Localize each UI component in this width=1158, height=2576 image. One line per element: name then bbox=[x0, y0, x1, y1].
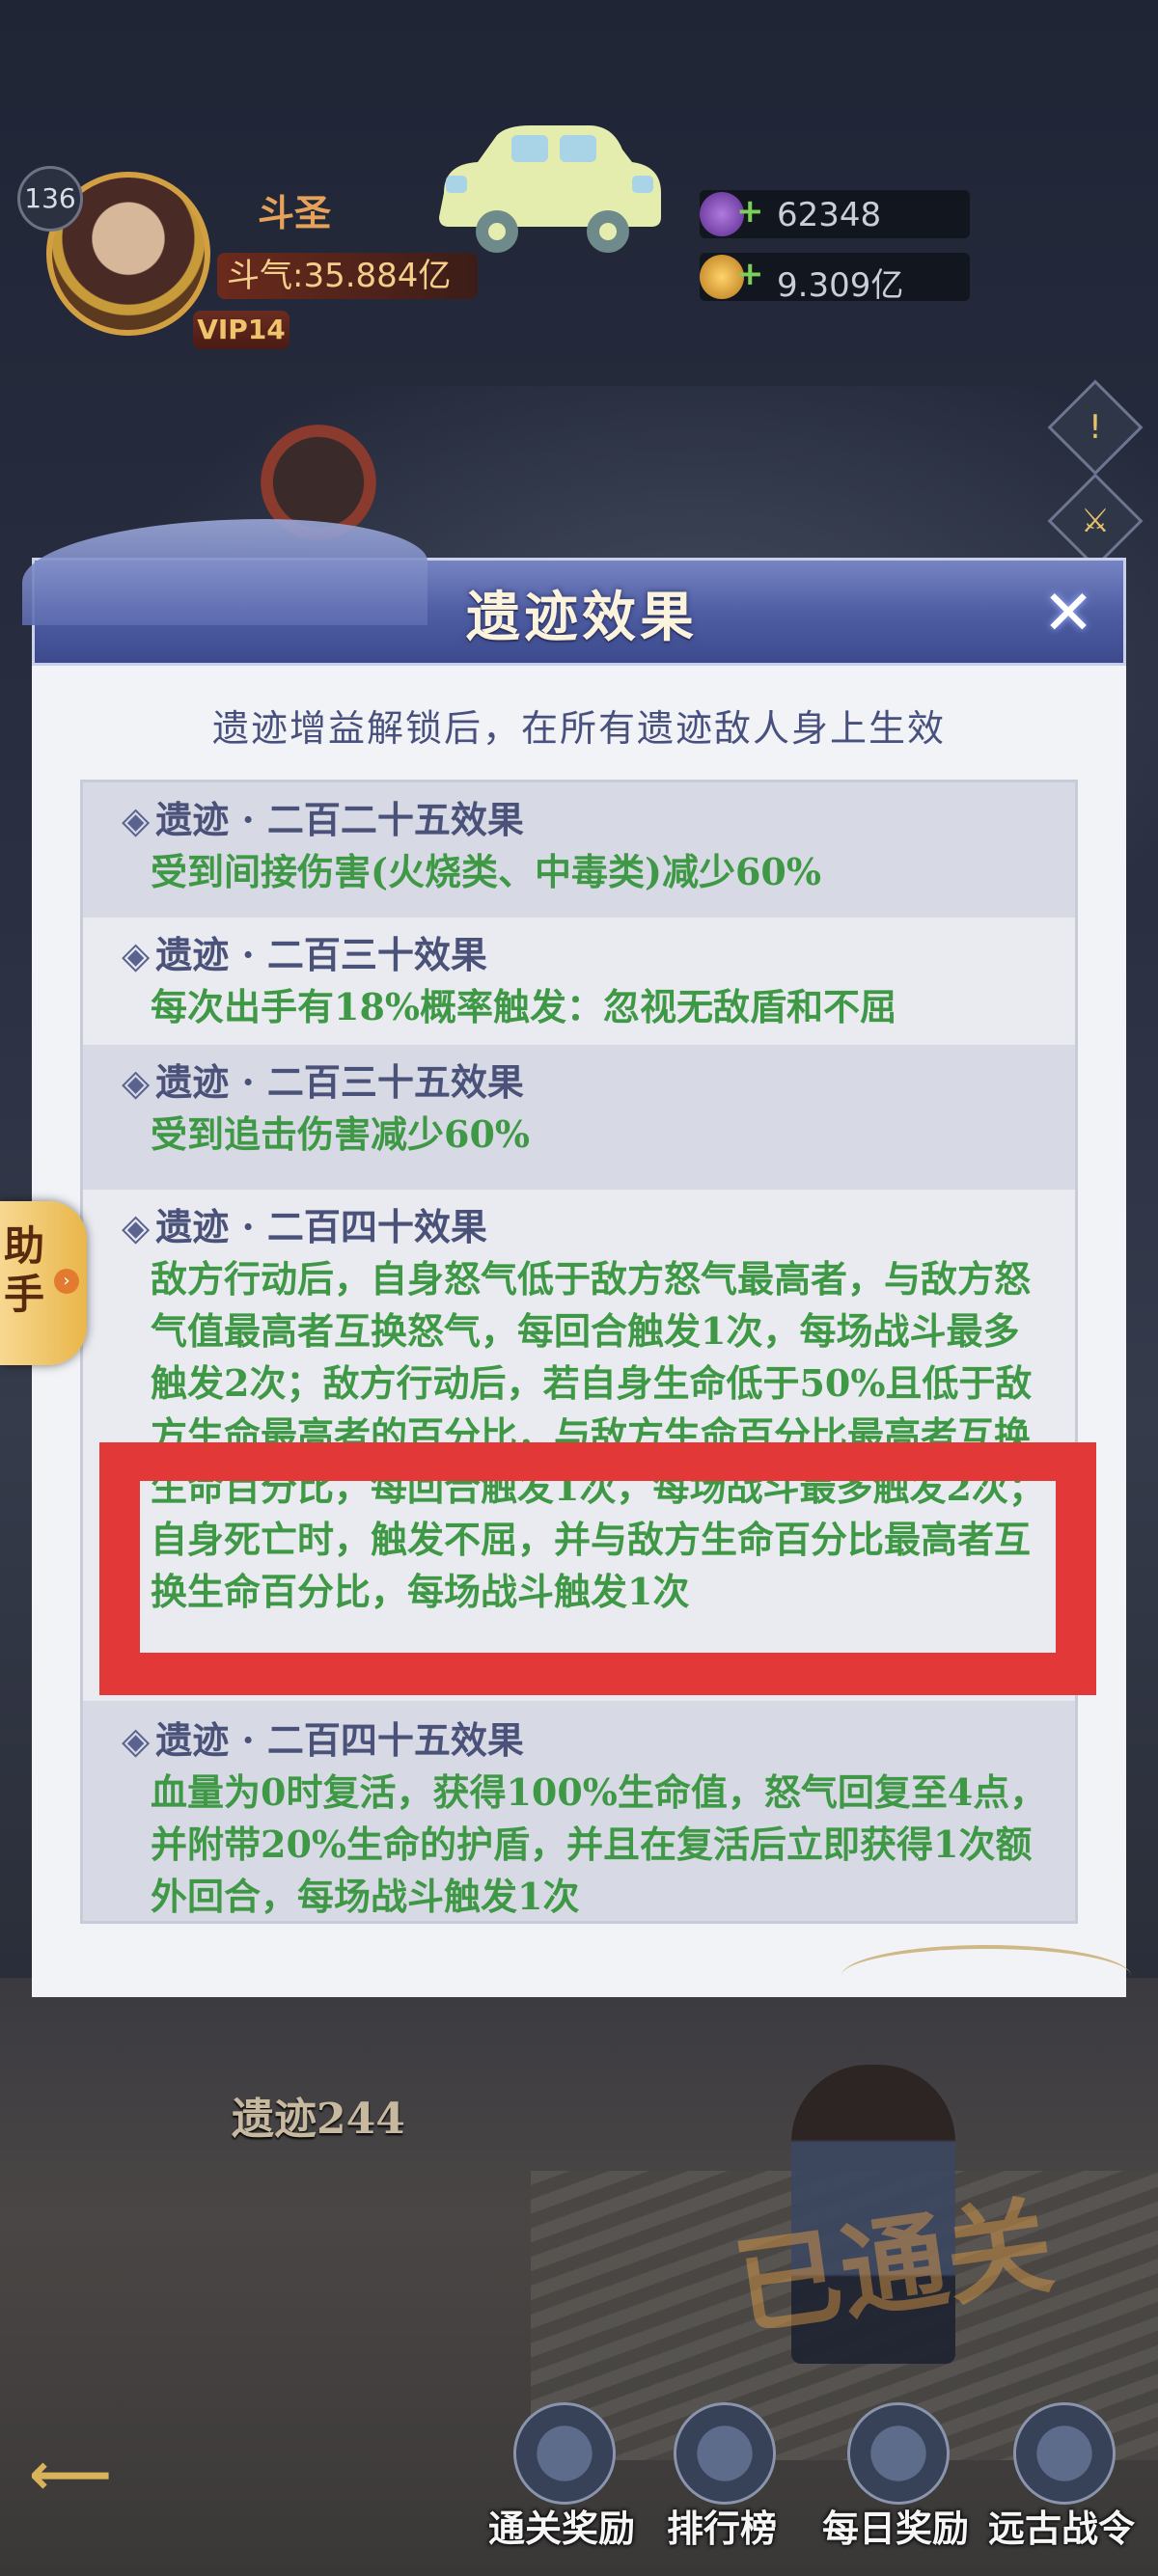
effect-desc: 受到间接伤害(火烧类、中毒类)减少60% bbox=[151, 850, 821, 893]
effect-title: 遗迹 · 二百三十五效果 bbox=[155, 1060, 524, 1104]
crystal-value: 62348 bbox=[777, 196, 882, 234]
list-item: ◈ 遗迹 · 二百三十五效果 受到追击伤害减少60% bbox=[83, 1045, 1075, 1190]
list-item: ◈ 遗迹 · 二百二十五效果 受到间接伤害(火烧类、中毒类)减少60% bbox=[83, 782, 1075, 918]
nav-label: 远古战令 bbox=[987, 2507, 1135, 2550]
modal-subtitle: 遗迹增益解锁后，在所有遗迹敌人身上生效 bbox=[211, 707, 946, 750]
add-crystal-icon[interactable]: + bbox=[736, 192, 764, 231]
close-button[interactable]: ✕ bbox=[1034, 580, 1102, 647]
nav-ancient-pass[interactable]: 远古战令 bbox=[984, 2402, 1139, 2566]
gold-value: 9.309亿 bbox=[777, 266, 904, 305]
effect-list[interactable]: ◈ 遗迹 · 二百二十五效果 受到间接伤害(火烧类、中毒类)减少60% ◈ 遗迹 ·… bbox=[80, 780, 1078, 1924]
nav-daily-reward[interactable]: 每日奖励 bbox=[818, 2402, 973, 2566]
ranking-icon bbox=[674, 2402, 776, 2505]
ancient-pass-icon bbox=[1013, 2402, 1116, 2505]
nav-label: 排行榜 bbox=[666, 2507, 777, 2550]
diamond-icon: ◈ bbox=[122, 1205, 151, 1248]
level-badge: 136 bbox=[17, 166, 83, 232]
effect-title: 遗迹 · 二百四十效果 bbox=[155, 1205, 487, 1248]
add-gold-icon[interactable]: + bbox=[736, 255, 764, 293]
helper-label: 助手 bbox=[4, 1222, 45, 1318]
nav-label: 每日奖励 bbox=[821, 2507, 969, 2550]
list-item: ◈ 遗迹 · 二百三十效果 每次出手有18%概率触发：忽视无敌盾和不屈 bbox=[83, 918, 1075, 1045]
daily-reward-icon bbox=[847, 2402, 950, 2505]
chevron-right-icon: › bbox=[54, 1269, 79, 1294]
battle-icon: ⚔ bbox=[1080, 502, 1111, 540]
modal-body: 遗迹增益解锁后，在所有遗迹敌人身上生效 ◈ 遗迹 · 二百二十五效果 受到间接伤害… bbox=[32, 666, 1131, 1997]
ruin-effect-modal: 遗迹效果 ✕ 遗迹增益解锁后，在所有遗迹敌人身上生效 ◈ 遗迹 · 二百二十五效果… bbox=[22, 519, 1131, 1997]
rank-title: 斗圣 bbox=[257, 192, 331, 234]
reward-bag-icon bbox=[513, 2402, 616, 2505]
effect-title: 遗迹 · 二百四十五效果 bbox=[155, 1718, 524, 1762]
diamond-icon: ◈ bbox=[122, 798, 151, 841]
effect-desc: 每次出手有18%概率触发：忽视无敌盾和不屈 bbox=[151, 985, 896, 1028]
diamond-icon: ◈ bbox=[122, 933, 151, 976]
effect-title: 遗迹 · 二百二十五效果 bbox=[155, 798, 524, 841]
resource-crystal[interactable]: + 62348 bbox=[700, 190, 970, 238]
stage-label: 遗迹244 bbox=[232, 2095, 405, 2144]
car-icon[interactable] bbox=[425, 125, 666, 260]
effect-desc: 血量为0时复活，获得100%生命值，怒气回复至4点，并附带20%生命的护盾，并且… bbox=[151, 1770, 1047, 1918]
corner-decoration bbox=[841, 1945, 1131, 2007]
resource-gold[interactable]: + 9.309亿 bbox=[700, 253, 970, 305]
nav-clear-reward[interactable]: 通关奖励 bbox=[484, 2402, 639, 2566]
list-item: ◈ 遗迹 · 二百四十五效果 血量为0时复活，获得100%生命值，怒气回复至4点，… bbox=[83, 1701, 1075, 1921]
effect-desc: 受到追击伤害减少60% bbox=[151, 1112, 530, 1156]
alert-icon: ! bbox=[1089, 408, 1102, 447]
helper-tab[interactable]: 助手 › bbox=[0, 1201, 87, 1365]
vip-badge[interactable]: VIP14 bbox=[193, 311, 290, 349]
diamond-icon: ◈ bbox=[122, 1060, 151, 1104]
back-arrow-icon[interactable]: ⟵ bbox=[29, 2441, 222, 2508]
effect-title: 遗迹 · 二百三十效果 bbox=[155, 933, 487, 976]
highlight-box bbox=[99, 1442, 1096, 1695]
nav-ranking[interactable]: 排行榜 bbox=[645, 2402, 799, 2566]
diamond-icon: ◈ bbox=[122, 1718, 151, 1762]
